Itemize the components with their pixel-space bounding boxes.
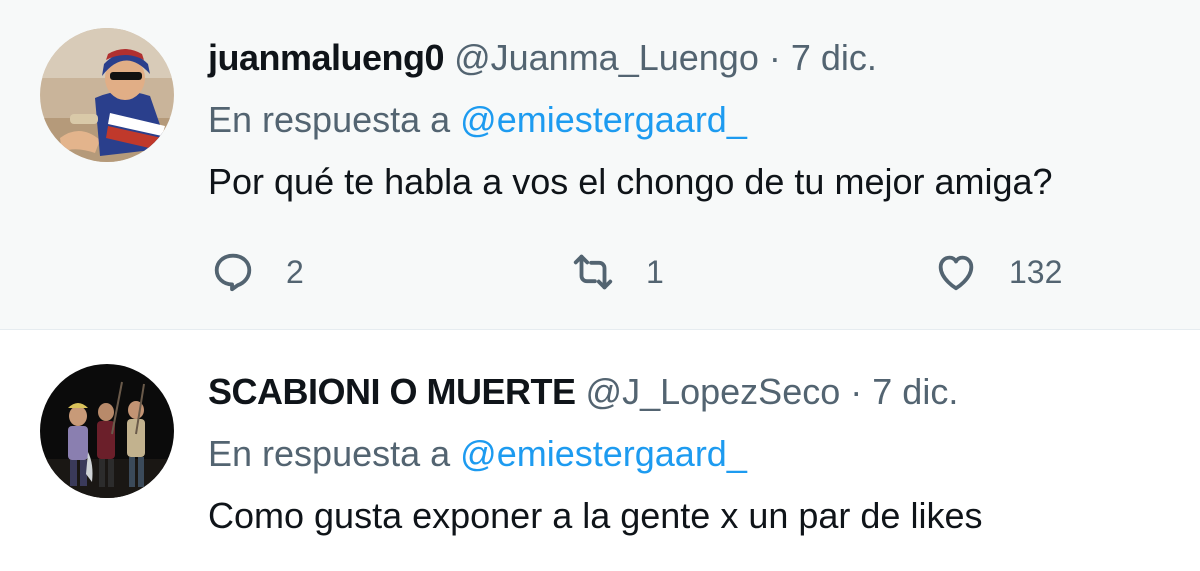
reply-to-link[interactable]: @emiestergaard_ [460,433,747,474]
reply-button[interactable]: 2 [210,250,304,294]
tweet-content: juanmalueng0 @Juanma_Luengo · 7 dic. En … [208,36,1170,204]
avatar-image [40,364,174,498]
tweet-text: Por qué te habla a vos el chongo de tu m… [208,161,1053,202]
reply-prefix: En respuesta a [208,99,451,140]
like-icon [938,255,974,291]
retweet-count: 1 [646,253,664,290]
tweet-header: juanmalueng0 @Juanma_Luengo · 7 dic. [208,36,1170,80]
tweet-text: Como gusta exponer a la gente x un par d… [208,495,983,536]
display-name[interactable]: SCABIONI O MUERTE [208,371,576,412]
tweet-content: SCABIONI O MUERTE @J_LopezSeco · 7 dic. … [208,370,1170,538]
reply-prefix: En respuesta a [208,433,451,474]
display-name[interactable]: juanmalueng0 [208,37,445,78]
tweet[interactable]: SCABIONI O MUERTE @J_LopezSeco · 7 dic. … [0,330,1200,571]
tweet[interactable]: juanmalueng0 @Juanma_Luengo · 7 dic. En … [0,0,1200,330]
retweet-icon [573,254,613,290]
separator-dot: · [768,37,781,78]
like-count: 132 [1009,253,1063,290]
retweet-button[interactable]: 1 [570,250,664,294]
user-handle[interactable]: @Juanma_Luengo [454,37,759,78]
reply-context: En respuesta a @emiestergaard_ [208,432,1170,476]
tweet-actions: 2 1 132 [210,250,1110,294]
tweet-date[interactable]: 7 dic. [872,371,958,412]
user-handle[interactable]: @J_LopezSeco [586,371,841,412]
reply-count: 2 [286,253,304,290]
reply-to-link[interactable]: @emiestergaard_ [460,99,747,140]
reply-icon [214,253,252,292]
tweet-header: SCABIONI O MUERTE @J_LopezSeco · 7 dic. [208,370,1170,414]
avatar-image [40,28,174,162]
avatar[interactable] [40,364,174,498]
reply-context: En respuesta a @emiestergaard_ [208,98,1170,142]
tweet-date[interactable]: 7 dic. [791,37,877,78]
avatar[interactable] [40,28,174,162]
like-button[interactable]: 132 [933,250,1062,294]
separator-dot: · [850,371,863,412]
